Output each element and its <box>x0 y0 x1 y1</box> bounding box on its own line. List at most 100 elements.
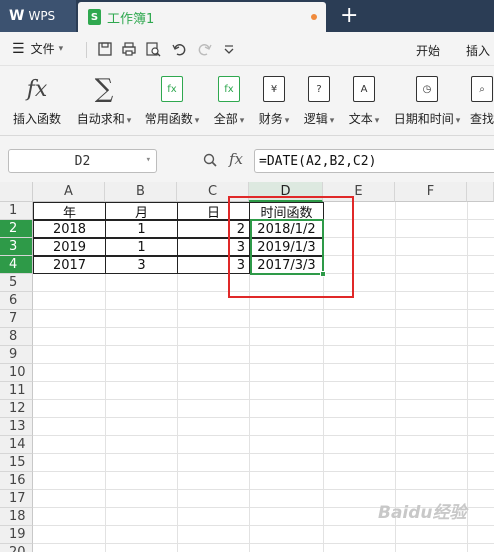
ribbon-label: 文本 <box>348 112 373 126</box>
gridline <box>33 453 494 454</box>
clock-book-icon: ◷ <box>416 76 438 102</box>
wps-logo-icon: W <box>9 8 24 24</box>
gridline <box>33 417 494 418</box>
undo-icon[interactable] <box>170 39 188 59</box>
gridline <box>33 381 494 382</box>
gridline <box>33 489 494 490</box>
row-header[interactable]: 3 <box>0 238 33 256</box>
row-header[interactable]: 12 <box>0 400 33 418</box>
chevron-down-icon: ▾ <box>329 116 335 126</box>
column-header-a[interactable]: A <box>33 182 105 202</box>
row-header[interactable]: 9 <box>0 346 33 364</box>
wps-app-name: WPS <box>28 9 56 23</box>
select-all-corner[interactable] <box>0 182 33 202</box>
tab-insert[interactable]: 插入 <box>466 42 490 59</box>
fx-icon: fx <box>26 76 48 102</box>
new-tab-button[interactable]: + <box>340 3 358 29</box>
column-header-b[interactable]: B <box>105 182 177 202</box>
ribbon-label: 日期和时间 <box>393 112 454 126</box>
row-header[interactable]: 4 <box>0 256 33 274</box>
ribbon-label: 自动求和 <box>76 112 125 126</box>
chevron-down-icon: ▾ <box>58 43 64 54</box>
lookup-functions-button[interactable]: ⌕ 查找 <box>470 74 494 127</box>
autosum-button[interactable]: ∑ 自动求和 ▾ <box>75 74 133 127</box>
common-functions-button[interactable]: fx 常用函数 ▾ <box>142 74 202 127</box>
customize-toolbar-icon[interactable] <box>220 39 238 59</box>
fx-book-icon: fx <box>161 76 183 102</box>
print-preview-icon[interactable] <box>144 39 162 59</box>
row-header[interactable]: 18 <box>0 508 33 526</box>
chevron-down-icon: ▾ <box>126 116 132 126</box>
row-header[interactable]: 2 <box>0 220 33 238</box>
row-header[interactable]: 10 <box>0 364 33 382</box>
cell-a4[interactable]: 2017 <box>33 256 106 274</box>
chevron-down-icon: ▾ <box>374 116 380 126</box>
column-header-f[interactable]: F <box>395 182 467 202</box>
row-header[interactable]: 7 <box>0 310 33 328</box>
cell-b4[interactable]: 3 <box>105 256 178 274</box>
a-book-icon: A <box>353 76 375 102</box>
logical-functions-button[interactable]: ? 逻辑 ▾ <box>301 74 337 127</box>
cell-a3[interactable]: 2019 <box>33 238 106 256</box>
formula-input[interactable]: =DATE(A2,B2,C2) <box>254 149 494 173</box>
wps-spreadsheet-window: W WPS S 工作簿1 + ☰ 文件 ▾ 开始 插入 fx 插入函数 ∑ 自动… <box>0 0 494 552</box>
gridline <box>33 525 494 526</box>
cell-b3[interactable]: 1 <box>105 238 178 256</box>
cell-b2[interactable]: 1 <box>105 220 178 238</box>
gridline <box>33 543 494 544</box>
chevron-down-icon: ▾ <box>239 116 245 126</box>
row-header[interactable]: 16 <box>0 472 33 490</box>
row-header[interactable]: 20 <box>0 544 33 552</box>
sigma-icon: ∑ <box>94 74 114 104</box>
wps-home-tab[interactable]: W WPS <box>0 0 76 32</box>
cell-b1[interactable]: 月 <box>105 202 178 221</box>
ribbon-label: 逻辑 <box>303 112 328 126</box>
menu-divider <box>86 42 87 58</box>
zoom-search-icon[interactable] <box>202 152 218 171</box>
column-header-g[interactable] <box>467 182 494 202</box>
ribbon-label: 常用函数 <box>144 112 193 126</box>
row-header[interactable]: 5 <box>0 274 33 292</box>
ribbon-label: 插入函数 <box>12 112 61 126</box>
date-time-functions-button[interactable]: ◷ 日期和时间 ▾ <box>392 74 462 127</box>
gridline <box>33 435 494 436</box>
name-box[interactable]: D2 ▾ <box>8 149 157 173</box>
ribbon-label: 全部 <box>213 112 238 126</box>
gridline <box>33 471 494 472</box>
tab-home[interactable]: 开始 <box>416 42 440 59</box>
save-icon[interactable] <box>96 39 114 59</box>
spreadsheet-grid[interactable]: A B C D E F 1 2 3 4 5 6 7 8 9 10 11 12 1… <box>0 182 494 552</box>
search-book-icon: ⌕ <box>471 76 493 102</box>
row-header[interactable]: 17 <box>0 490 33 508</box>
all-functions-button[interactable]: fx 全部 ▾ <box>211 74 247 127</box>
insert-function-button[interactable]: fx 插入函数 <box>12 74 62 127</box>
cell-a1[interactable]: 年 <box>33 202 106 221</box>
menu-bar: ☰ 文件 ▾ 开始 插入 <box>0 32 494 66</box>
fx-book-icon: fx <box>218 76 240 102</box>
formula-ribbon: fx 插入函数 ∑ 自动求和 ▾ fx 常用函数 ▾ fx 全部 ▾ ¥ 财务 ▾ ? … <box>0 66 494 136</box>
cell-a2[interactable]: 2018 <box>33 220 106 238</box>
row-header[interactable]: 11 <box>0 382 33 400</box>
row-header[interactable]: 19 <box>0 526 33 544</box>
row-header[interactable]: 14 <box>0 436 33 454</box>
redo-icon[interactable] <box>196 39 214 59</box>
unsaved-dot-icon <box>311 14 317 20</box>
watermark: Baidu经验 <box>378 503 467 523</box>
document-tab-title: 工作簿1 <box>107 11 155 27</box>
document-tab[interactable]: S 工作簿1 <box>78 2 326 32</box>
gridline <box>33 345 494 346</box>
text-functions-button[interactable]: A 文本 ▾ <box>346 74 382 127</box>
row-header[interactable]: 1 <box>0 202 33 220</box>
financial-functions-button[interactable]: ¥ 财务 ▾ <box>256 74 292 127</box>
row-header[interactable]: 13 <box>0 418 33 436</box>
row-header[interactable]: 6 <box>0 292 33 310</box>
hamburger-icon: ☰ <box>12 40 25 57</box>
fx-icon[interactable]: fx <box>229 150 243 168</box>
chevron-down-icon[interactable]: ▾ <box>146 155 151 165</box>
row-header[interactable]: 15 <box>0 454 33 472</box>
row-header[interactable]: 8 <box>0 328 33 346</box>
spreadsheet-doc-icon: S <box>88 9 101 25</box>
yen-book-icon: ¥ <box>263 76 285 102</box>
file-menu-button[interactable]: ☰ 文件 ▾ <box>12 40 63 57</box>
print-icon[interactable] <box>120 39 138 59</box>
